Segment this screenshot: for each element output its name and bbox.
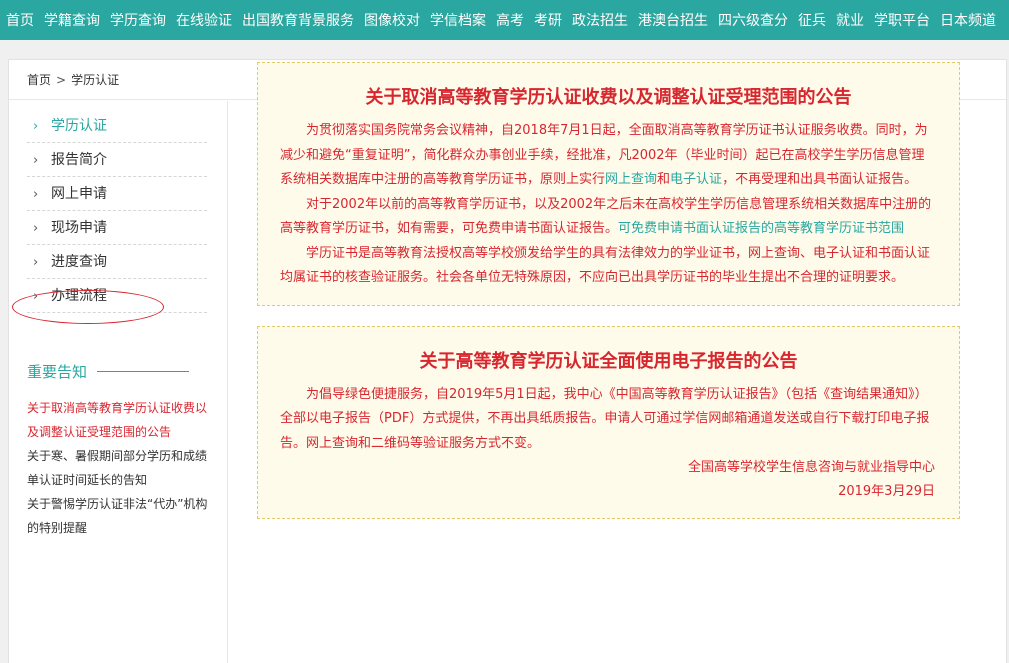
nav-gaokao[interactable]: 高考 bbox=[496, 10, 524, 30]
sidebar-item-label: 进度查询 bbox=[51, 254, 107, 270]
announcement-paragraph: 对于2002年以前的高等教育学历证书，以及2002年之后未在高校学生学历信息管理… bbox=[280, 193, 937, 242]
announcement-paragraph: 为贯彻落实国务院常务会议精神，自2018年7月1日起，全面取消高等教育学历证书认… bbox=[280, 119, 937, 193]
breadcrumb-separator: > bbox=[56, 72, 67, 87]
paragraph-text: ，不再受理和出具书面认证报告。 bbox=[722, 172, 918, 187]
notice-link-holiday[interactable]: 关于寒、暑假期间部分学历和成绩单认证时间延长的告知 bbox=[27, 444, 213, 492]
nav-zhengfa[interactable]: 政法招生 bbox=[572, 10, 628, 30]
nav-abroad[interactable]: 出国教育背景服务 bbox=[242, 10, 354, 30]
sidebar-item-label: 现场申请 bbox=[51, 220, 107, 236]
chevron-right-icon: › bbox=[33, 153, 39, 168]
top-nav: 首页 学籍查询 学历查询 在线验证 出国教育背景服务 图像校对 学信档案 高考 … bbox=[0, 0, 1009, 40]
chevron-right-icon: › bbox=[33, 221, 39, 236]
nav-image-check[interactable]: 图像校对 bbox=[364, 10, 420, 30]
chevron-right-icon: › bbox=[33, 119, 39, 134]
sidebar-item-online-apply[interactable]: › 网上申请 bbox=[27, 177, 207, 211]
announcement-paragraph: 学历证书是高等教育法授权高等学校颁发给学生的具有法律效力的学业证书，网上查询、电… bbox=[280, 245, 931, 286]
main-content: 关于取消高等教育学历认证收费以及调整认证受理范围的公告 为贯彻落实国务院常务会议… bbox=[257, 62, 960, 539]
paragraph-text: 和 bbox=[657, 172, 671, 187]
nav-home[interactable]: 首页 bbox=[6, 10, 34, 30]
nav-gangaotai[interactable]: 港澳台招生 bbox=[638, 10, 708, 30]
signature-date: 2019年3月29日 bbox=[838, 484, 935, 499]
sidebar-item-process[interactable]: › 办理流程 bbox=[27, 279, 207, 313]
notice-heading: 重要告知 bbox=[27, 361, 227, 382]
nav-xueli[interactable]: 学历查询 bbox=[110, 10, 166, 30]
signature-org: 全国高等学校学生信息咨询与就业指导中心 bbox=[687, 460, 935, 475]
nav-kaoyan[interactable]: 考研 bbox=[534, 10, 562, 30]
sidebar-item-label: 办理流程 bbox=[51, 288, 107, 304]
nav-cet[interactable]: 四六级查分 bbox=[718, 10, 788, 30]
breadcrumb-home[interactable]: 首页 bbox=[27, 71, 51, 88]
sidebar-item-label: 网上申请 bbox=[51, 186, 107, 202]
sidebar-item-onsite-apply[interactable]: › 现场申请 bbox=[27, 211, 207, 245]
notice-list: 关于取消高等教育学历认证收费以及调整认证受理范围的公告 关于寒、暑假期间部分学历… bbox=[27, 396, 213, 540]
notice-link-fee-cancel[interactable]: 关于取消高等教育学历认证收费以及调整认证受理范围的公告 bbox=[27, 396, 213, 444]
announcement-paragraph: 为倡导绿色便捷服务，自2019年5月1日起，我中心《中国高等教育学历认证报告》（… bbox=[280, 386, 930, 451]
sidebar-item-report-intro[interactable]: › 报告简介 bbox=[27, 143, 207, 177]
sidebar-item-xueli-renzheng[interactable]: › 学历认证 bbox=[27, 109, 207, 143]
nav-japan[interactable]: 日本频道 bbox=[940, 10, 996, 30]
sidebar-item-progress[interactable]: › 进度查询 bbox=[27, 245, 207, 279]
breadcrumb-current: 学历认证 bbox=[71, 73, 120, 87]
online-query-link[interactable]: 网上查询 bbox=[605, 172, 657, 187]
notice-heading-text: 重要告知 bbox=[27, 363, 88, 381]
nav-xuezhi[interactable]: 学职平台 bbox=[874, 10, 930, 30]
nav-verify[interactable]: 在线验证 bbox=[176, 10, 232, 30]
notice-link-agent-warning[interactable]: 关于警惕学历认证非法“代办”机构的特别提醒 bbox=[27, 492, 213, 540]
sidebar: › 学历认证 › 报告简介 › 网上申请 › 现场申请 › 进度查询 › 办理流程 重要告知… bbox=[9, 101, 228, 663]
sidebar-item-label: 学历认证 bbox=[51, 118, 107, 134]
chevron-right-icon: › bbox=[33, 289, 39, 304]
nav-archive[interactable]: 学信档案 bbox=[430, 10, 486, 30]
free-scope-link[interactable]: 可免费申请书面认证报告的高等教育学历证书范围 bbox=[618, 221, 904, 236]
announcement-e-report: 关于高等教育学历认证全面使用电子报告的公告 为倡导绿色便捷服务，自2019年5月… bbox=[257, 325, 960, 519]
announcement-title: 关于高等教育学历认证全面使用电子报告的公告 bbox=[419, 350, 798, 372]
sidebar-menu: › 学历认证 › 报告简介 › 网上申请 › 现场申请 › 进度查询 › 办理流程 bbox=[27, 109, 207, 313]
nav-zhengbing[interactable]: 征兵 bbox=[798, 10, 826, 30]
heading-divider bbox=[97, 371, 190, 372]
announcement-fee-cancel: 关于取消高等教育学历认证收费以及调整认证受理范围的公告 为贯彻落实国务院常务会议… bbox=[257, 62, 960, 306]
sidebar-item-label: 报告简介 bbox=[51, 152, 107, 168]
nav-xueji[interactable]: 学籍查询 bbox=[44, 10, 100, 30]
chevron-right-icon: › bbox=[33, 187, 39, 202]
nav-jiuye[interactable]: 就业 bbox=[836, 10, 864, 30]
chevron-right-icon: › bbox=[33, 255, 39, 270]
announcement-title: 关于取消高等教育学历认证收费以及调整认证受理范围的公告 bbox=[365, 87, 852, 108]
e-verify-link[interactable]: 电子认证 bbox=[670, 172, 722, 187]
